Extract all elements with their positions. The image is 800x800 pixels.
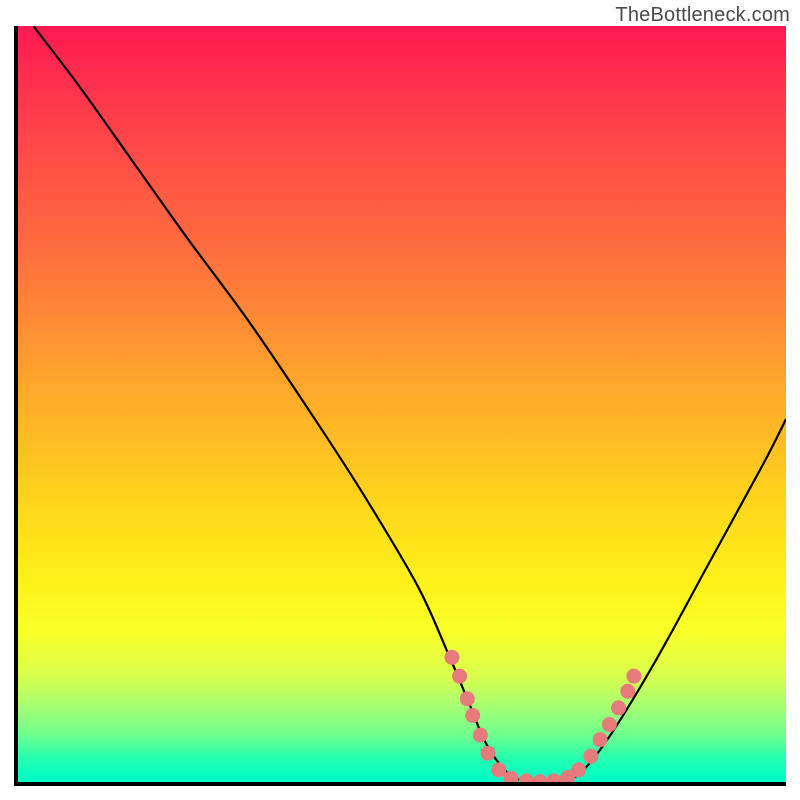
highlight-dot bbox=[533, 774, 548, 782]
watermark-text: TheBottleneck.com bbox=[615, 4, 790, 27]
highlight-dot bbox=[444, 650, 459, 665]
highlight-dot bbox=[481, 746, 496, 761]
chart-container: TheBottleneck.com bbox=[0, 0, 800, 800]
highlight-dot bbox=[465, 708, 480, 723]
curve-svg bbox=[18, 26, 786, 782]
highlight-dots bbox=[444, 650, 641, 782]
highlight-dot bbox=[626, 669, 641, 684]
highlight-dot bbox=[583, 749, 598, 764]
highlight-dot bbox=[519, 773, 534, 782]
plot-area bbox=[14, 26, 786, 786]
highlight-dot bbox=[473, 728, 488, 743]
highlight-dot bbox=[620, 684, 635, 699]
bottleneck-curve bbox=[33, 26, 786, 782]
highlight-dot bbox=[460, 691, 475, 706]
highlight-dot bbox=[547, 773, 562, 782]
highlight-dot bbox=[602, 717, 617, 732]
highlight-dot bbox=[611, 700, 626, 715]
highlight-dot bbox=[571, 762, 586, 777]
highlight-dot bbox=[593, 732, 608, 747]
highlight-dot bbox=[452, 669, 467, 684]
highlight-dot bbox=[491, 762, 506, 777]
